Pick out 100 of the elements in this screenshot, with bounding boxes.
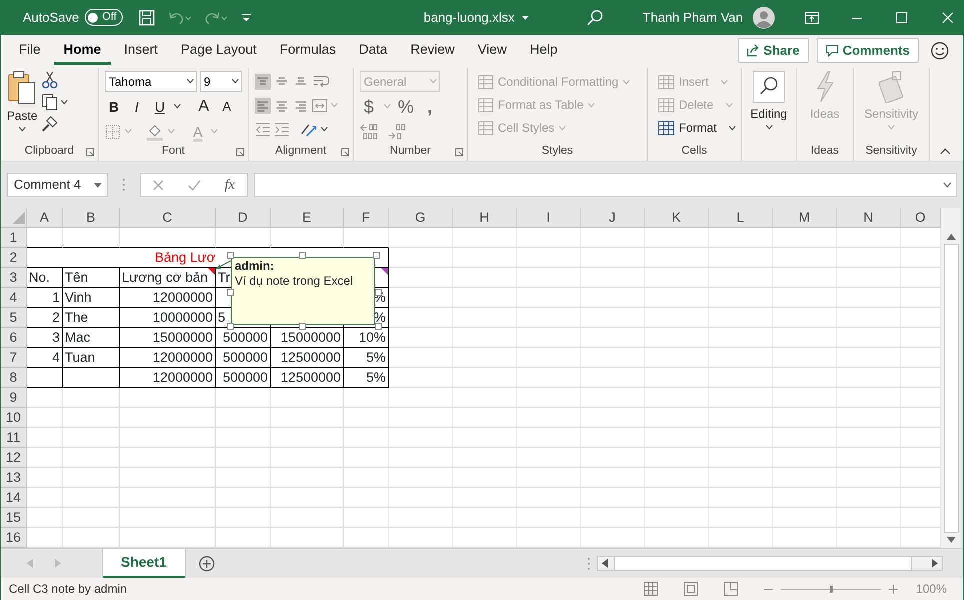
formula-input[interactable] bbox=[254, 173, 957, 197]
page-break-icon[interactable] bbox=[724, 582, 738, 596]
increase-decimal-icon[interactable] bbox=[360, 124, 380, 140]
top-align-icon[interactable] bbox=[255, 74, 271, 90]
column-header[interactable]: C bbox=[120, 208, 216, 228]
scroll-left-icon[interactable] bbox=[602, 559, 608, 568]
dialog-launcher-icon[interactable] bbox=[86, 148, 95, 157]
resize-handle[interactable] bbox=[299, 323, 306, 330]
caret-icon[interactable] bbox=[232, 79, 239, 84]
collapse-ribbon-icon[interactable] bbox=[940, 148, 951, 155]
autosave-toggle[interactable]: Off bbox=[85, 9, 123, 26]
maximize-icon[interactable] bbox=[896, 12, 908, 24]
column-header[interactable]: G bbox=[389, 208, 453, 228]
save-icon[interactable] bbox=[138, 10, 155, 26]
normal-view-icon[interactable] bbox=[644, 582, 658, 596]
italic-button[interactable]: I bbox=[128, 96, 146, 116]
column-header[interactable]: O bbox=[901, 208, 941, 228]
caret-icon[interactable] bbox=[729, 126, 736, 130]
row-header[interactable]: 4 bbox=[1, 288, 27, 308]
column-header[interactable]: M bbox=[773, 208, 837, 228]
font-name-dropdown[interactable]: Tahoma bbox=[105, 71, 197, 92]
dialog-launcher-icon[interactable] bbox=[455, 148, 464, 157]
insert-function-button[interactable]: fx bbox=[224, 174, 235, 196]
decrease-indent-icon[interactable] bbox=[255, 122, 271, 138]
caret-icon[interactable] bbox=[766, 125, 772, 130]
copy-icon[interactable] bbox=[42, 94, 58, 111]
row-header[interactable]: 8 bbox=[1, 368, 27, 388]
expand-icon[interactable] bbox=[943, 182, 952, 188]
ribbon-tab[interactable]: File bbox=[9, 36, 51, 65]
font-size-dropdown[interactable]: 9 bbox=[200, 71, 242, 92]
ribbon-tab[interactable]: Help bbox=[520, 36, 568, 65]
align-left-icon[interactable] bbox=[255, 98, 271, 114]
row-header[interactable]: 9 bbox=[1, 388, 27, 408]
cancel-icon[interactable] bbox=[152, 180, 164, 190]
borders-icon[interactable] bbox=[105, 124, 121, 140]
note-box[interactable]: admin: Ví dụ note trong Excel bbox=[231, 257, 375, 325]
column-header[interactable]: H bbox=[453, 208, 517, 228]
page-layout-icon[interactable] bbox=[684, 582, 698, 596]
zoom-in-icon[interactable] bbox=[889, 584, 898, 594]
zoom-slider-thumb[interactable] bbox=[830, 586, 833, 592]
currency-button[interactable]: $ bbox=[360, 96, 378, 116]
fill-color-icon[interactable] bbox=[146, 122, 164, 140]
customize-icon[interactable] bbox=[242, 14, 251, 22]
bold-button[interactable]: B bbox=[105, 96, 123, 116]
caret-icon[interactable] bbox=[60, 100, 68, 105]
resize-handle[interactable] bbox=[227, 289, 234, 296]
grow-font-button[interactable]: A bbox=[195, 96, 213, 116]
caret-icon[interactable] bbox=[187, 79, 194, 84]
caret-icon[interactable] bbox=[522, 16, 529, 20]
caret-icon[interactable] bbox=[18, 127, 26, 132]
ribbon-tab[interactable]: Insert bbox=[114, 36, 168, 65]
file-name[interactable]: bang-luong.xlsx bbox=[424, 8, 515, 28]
column-header[interactable]: D bbox=[216, 208, 271, 228]
scroll-right-icon[interactable] bbox=[932, 559, 938, 568]
comments-button[interactable]: Comments bbox=[816, 38, 919, 63]
row-header[interactable]: 5 bbox=[1, 308, 27, 328]
horizontal-scrollbar[interactable] bbox=[597, 556, 943, 571]
ribbon-tab[interactable]: Data bbox=[349, 36, 398, 65]
column-header[interactable]: A bbox=[27, 208, 63, 228]
row-header[interactable]: 13 bbox=[1, 468, 27, 488]
vertical-scroll-thumb[interactable] bbox=[944, 244, 958, 533]
row-header[interactable]: 15 bbox=[1, 508, 27, 528]
row-header[interactable]: 7 bbox=[1, 348, 27, 368]
resize-handle[interactable] bbox=[375, 323, 382, 330]
row-header[interactable]: 12 bbox=[1, 448, 27, 468]
sheet-tab[interactable]: Sheet1 bbox=[103, 548, 185, 578]
share-button[interactable]: Share bbox=[738, 38, 809, 63]
avatar-icon[interactable] bbox=[753, 6, 776, 28]
row-header[interactable]: 14 bbox=[1, 488, 27, 508]
comma-button[interactable]: , bbox=[421, 96, 439, 116]
ribbon-tab[interactable]: Formulas bbox=[270, 36, 346, 65]
user-name[interactable]: Thanh Pham Van bbox=[642, 8, 744, 28]
scroll-up-icon[interactable] bbox=[946, 234, 956, 240]
row-header[interactable]: 16 bbox=[1, 528, 27, 548]
column-header[interactable]: J bbox=[581, 208, 645, 228]
decrease-decimal-icon[interactable] bbox=[388, 124, 408, 140]
paste-button[interactable]: Paste bbox=[7, 68, 38, 143]
ribbon-tab[interactable]: Review bbox=[400, 36, 465, 65]
column-header[interactable]: E bbox=[271, 208, 344, 228]
shrink-font-button[interactable]: A bbox=[218, 96, 236, 116]
zoom-slider[interactable] bbox=[781, 584, 882, 594]
editing-button[interactable]: Editing bbox=[748, 68, 790, 143]
caret-icon[interactable] bbox=[321, 127, 328, 132]
close-icon[interactable] bbox=[942, 12, 954, 24]
enter-icon[interactable] bbox=[188, 180, 201, 190]
smiley-icon[interactable] bbox=[931, 42, 949, 60]
resize-handle[interactable] bbox=[227, 323, 234, 330]
row-header[interactable]: 2 bbox=[1, 248, 27, 268]
cells-menu-button[interactable]: Format bbox=[658, 117, 736, 139]
name-box[interactable]: Comment 4 bbox=[7, 173, 108, 197]
row-header[interactable]: 6 bbox=[1, 328, 27, 348]
format-painter-icon[interactable] bbox=[42, 116, 58, 132]
column-header[interactable]: L bbox=[709, 208, 773, 228]
ribbon-tab[interactable]: Page Layout bbox=[171, 36, 267, 65]
row-header[interactable]: 3 bbox=[1, 268, 27, 288]
underline-button[interactable]: U bbox=[151, 96, 169, 116]
column-header[interactable]: F bbox=[344, 208, 389, 228]
resize-handle[interactable] bbox=[373, 252, 380, 259]
dialog-launcher-icon[interactable] bbox=[236, 148, 245, 157]
dialog-launcher-icon[interactable] bbox=[341, 148, 350, 157]
